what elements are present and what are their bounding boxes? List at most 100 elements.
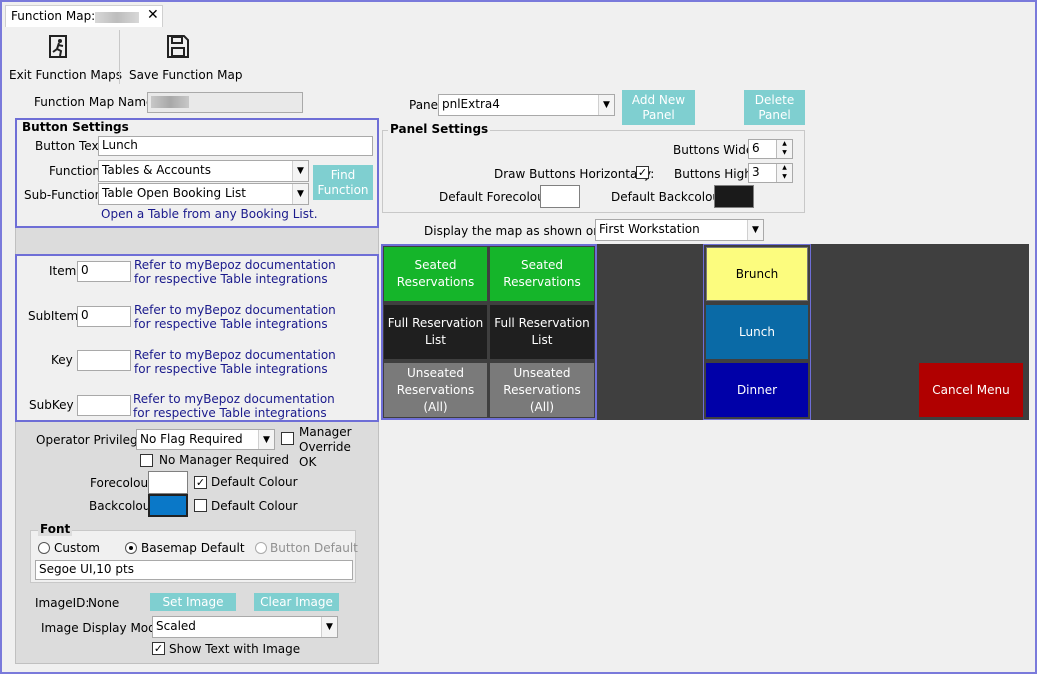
button-text-input[interactable]: Lunch (98, 136, 373, 156)
default-backcolour-swatch[interactable] (714, 185, 754, 208)
buttons-high-value: 3 (752, 165, 760, 179)
map-button-dinner[interactable]: Dinner (706, 363, 808, 417)
spin-up-icon[interactable]: ▲ (776, 164, 792, 173)
item-input[interactable]: 0 (77, 261, 131, 282)
clear-image-button[interactable]: Clear Image (254, 593, 339, 611)
function-label: Function (49, 164, 101, 178)
function-map-name-redacted (151, 96, 189, 108)
chevron-down-icon[interactable]: ▼ (258, 430, 274, 449)
map-button-seated-reservations[interactable]: Seated Reservations (384, 247, 487, 301)
no-manager-required-checkbox[interactable] (140, 454, 153, 467)
exit-icon (49, 35, 67, 58)
font-custom-label: Custom (54, 541, 100, 555)
subitem-doc-note: Refer to myBepoz documentation for respe… (134, 303, 336, 331)
spin-down-icon[interactable]: ▼ (776, 173, 792, 182)
show-text-with-image-label: Show Text with Image (169, 642, 301, 656)
button-settings-title: Button Settings (22, 120, 129, 134)
toolbar-separator (119, 30, 120, 84)
image-display-mode-label: Image Display Mode: (41, 621, 168, 635)
backcolour-swatch[interactable] (148, 494, 188, 517)
image-id-label: ImageID: (35, 596, 90, 610)
draw-horizontally-label: Draw Buttons Horizontally: (494, 167, 655, 181)
buttons-wide-spinner[interactable]: 6 ▲ ▼ (748, 139, 793, 159)
image-display-mode-select[interactable]: Scaled ▼ (152, 616, 338, 638)
font-basemap-default-label: Basemap Default (141, 541, 245, 555)
panel-label: Panel (409, 98, 442, 112)
draw-horizontally-checkbox[interactable]: ✓ (636, 166, 649, 179)
map-button-unseated-reservations[interactable]: Unseated Reservations (All) (490, 363, 594, 417)
window-frame: Function Map: ✕ Exit Function Maps Save … (0, 0, 1037, 674)
save-icon (167, 35, 189, 58)
tab-function-map[interactable]: Function Map: ✕ (5, 5, 163, 27)
chevron-down-icon[interactable]: ▼ (598, 95, 614, 115)
button-text-label: Button Text (35, 139, 104, 153)
fore-default-colour-label: Default Colour (211, 475, 298, 489)
map-button-cancel-menu[interactable]: Cancel Menu (919, 363, 1023, 417)
subitem-input[interactable]: 0 (77, 306, 131, 327)
save-function-map-label: Save Function Map (129, 68, 243, 82)
chevron-down-icon[interactable]: ▼ (292, 161, 308, 181)
add-new-panel-button[interactable]: Add New Panel (622, 90, 695, 125)
function-select-value: Tables & Accounts (102, 163, 211, 177)
default-forecolour-swatch[interactable] (540, 185, 580, 208)
spin-down-icon[interactable]: ▼ (776, 149, 792, 158)
key-doc-note: Refer to myBepoz documentation for respe… (134, 348, 336, 376)
buttons-high-spinner[interactable]: 3 ▲ ▼ (748, 163, 793, 183)
subkey-doc-note: Refer to myBepoz documentation for respe… (133, 392, 335, 420)
chevron-down-icon[interactable]: ▼ (321, 617, 337, 637)
forecolour-label: Forecolour (90, 476, 154, 490)
subkey-input[interactable] (77, 395, 131, 416)
manager-override-checkbox[interactable] (281, 432, 294, 445)
sub-function-select[interactable]: Table Open Booking List ▼ (98, 183, 309, 205)
panel-settings-title: Panel Settings (388, 122, 491, 136)
delete-panel-button[interactable]: Delete Panel (744, 90, 805, 125)
display-till-select[interactable]: First Workstation ▼ (595, 219, 764, 241)
no-manager-required-label: No Manager Required (159, 453, 289, 467)
font-basemap-default-radio[interactable] (125, 542, 137, 554)
exit-function-maps-label: Exit Function Maps (9, 68, 122, 82)
buttons-wide-label: Buttons Wide: (673, 143, 758, 157)
key-input[interactable] (77, 350, 131, 371)
subitem-label: SubItem (28, 309, 79, 323)
font-custom-radio[interactable] (38, 542, 50, 554)
key-label: Key (51, 353, 73, 367)
show-text-with-image-checkbox[interactable]: ✓ (152, 642, 165, 655)
chevron-down-icon[interactable]: ▼ (747, 220, 763, 240)
font-value-field[interactable]: Segoe UI,10 pts (35, 560, 353, 580)
buttons-high-label: Buttons High: (674, 167, 756, 181)
chevron-down-icon[interactable]: ▼ (292, 184, 308, 204)
manager-override-label: Manager Override OK (299, 425, 352, 469)
sub-function-select-value: Table Open Booking List (102, 186, 246, 200)
close-icon[interactable]: ✕ (147, 7, 159, 23)
map-button-unseated-reservations[interactable]: Unseated Reservations (All) (384, 363, 487, 417)
map-button-lunch[interactable]: Lunch (706, 305, 808, 359)
map-button-full-reservation-list[interactable]: Full Reservation List (384, 305, 487, 359)
default-backcolour-label: Default Backcolour (611, 190, 725, 204)
operator-privilege-value: No Flag Required (140, 432, 243, 446)
operator-privilege-select[interactable]: No Flag Required ▼ (136, 429, 275, 450)
find-function-button[interactable]: Find Function (313, 165, 373, 200)
subkey-label: SubKey (29, 398, 74, 412)
function-select[interactable]: Tables & Accounts ▼ (98, 160, 309, 182)
buttons-wide-value: 6 (752, 141, 760, 155)
tab-name-redacted (95, 12, 139, 23)
exit-function-maps-button[interactable]: Exit Function Maps (6, 30, 122, 86)
function-description: Open a Table from any Booking List. (101, 207, 318, 221)
map-button-seated-reservations[interactable]: Seated Reservations (490, 247, 594, 301)
font-button-default-radio[interactable] (255, 542, 267, 554)
spin-up-icon[interactable]: ▲ (776, 140, 792, 149)
map-button-brunch[interactable]: Brunch (706, 247, 808, 301)
panel-select[interactable]: pnlExtra4 ▼ (438, 94, 615, 116)
set-image-button[interactable]: Set Image (150, 593, 236, 611)
forecolour-swatch[interactable] (148, 471, 188, 494)
item-doc-note: Refer to myBepoz documentation for respe… (134, 258, 336, 286)
save-function-map-button[interactable]: Save Function Map (124, 30, 242, 86)
fore-default-colour-checkbox[interactable]: ✓ (194, 476, 207, 489)
image-id-value: None (88, 596, 120, 610)
font-title: Font (38, 522, 73, 536)
map-button-full-reservation-list[interactable]: Full Reservation List (490, 305, 594, 359)
display-till-value: First Workstation (599, 222, 700, 236)
operator-privilege-label: Operator Privilege: (36, 433, 150, 447)
back-default-colour-checkbox[interactable] (194, 499, 207, 512)
function-map-name-label: Function Map Name: (34, 95, 158, 109)
